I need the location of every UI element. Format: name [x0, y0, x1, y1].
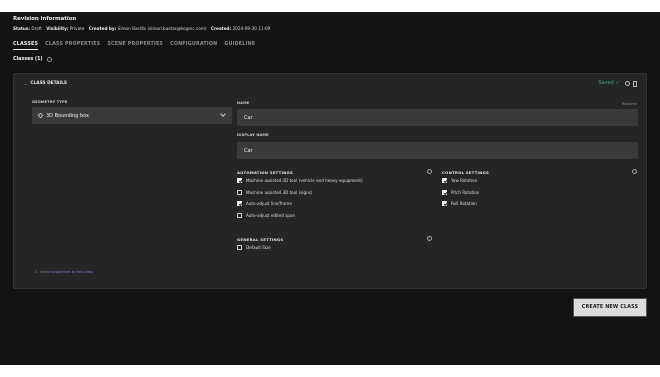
create-new-class-button[interactable]: CREATE NEW CLASS [573, 298, 647, 317]
checkbox[interactable] [237, 201, 242, 206]
select-properties-link[interactable]: ↕ Select properties to this class [34, 270, 93, 274]
option-label: Default Size [246, 245, 271, 250]
tab-scene-properties[interactable]: SCENE PROPERTIES [107, 42, 163, 50]
checkbox[interactable] [442, 190, 447, 195]
checkbox[interactable] [237, 245, 242, 250]
general-option-default-size[interactable]: Default Size [237, 245, 271, 250]
class-details-title: CLASS DETAILS [30, 81, 67, 86]
control-settings-title: CONTROL SETTINGS [442, 170, 489, 175]
created-by-value: Simon Bastås (simon.bastas@kognic.com) [117, 26, 207, 31]
automation-settings-title: AUTOMATION SETTINGS [237, 170, 293, 175]
display-name-label: DISPLAY NAME [237, 133, 269, 137]
geometry-type-select[interactable]: 3D Bounding box [32, 107, 232, 124]
created-value: 2024-09-30 11:09 [232, 26, 271, 31]
option-label: Auto-adjust edited span [246, 213, 296, 218]
checkbox[interactable] [237, 178, 242, 183]
chevron-down-icon [220, 111, 226, 117]
revision-meta: Status: Draft Visibility: Private Create… [13, 26, 273, 31]
created-label: Created: [210, 26, 232, 31]
select-properties-text: Select properties to this class [40, 270, 94, 274]
automation-option-3[interactable]: Auto-adjust line/frame [237, 201, 292, 206]
required-text: Required [621, 102, 637, 106]
panel-actions [624, 81, 637, 87]
app-window: Revision information Status: Draft Visib… [0, 12, 660, 365]
info-icon[interactable] [427, 169, 432, 174]
class-details-toggle[interactable]: ⌄ CLASS DETAILS [24, 81, 67, 86]
name-label: NAME [237, 101, 250, 105]
option-label: Auto-adjust line/frame [246, 201, 292, 206]
status-label: Status: [13, 26, 30, 31]
option-label: Pitch Rotation [451, 190, 480, 195]
tab-class-properties[interactable]: CLASS PROPERTIES [45, 42, 100, 50]
name-field[interactable]: Car [237, 109, 638, 126]
created-by-label: Created by: [88, 26, 117, 31]
cube-icon [37, 112, 44, 119]
option-label: Machine assisted 3D tool (vehicle and he… [246, 178, 363, 183]
checkbox[interactable] [442, 178, 447, 183]
option-label: Roll Rotation [451, 201, 477, 206]
revision-info-title: Revision information [13, 16, 77, 22]
info-icon[interactable] [632, 169, 637, 174]
tab-configuration[interactable]: CONFIGURATION [170, 42, 217, 50]
option-label: Machine assisted 3D tool (signs) [246, 190, 313, 195]
checkbox[interactable] [442, 201, 447, 206]
classes-heading: Classes (1) [13, 57, 52, 62]
visibility-label: Visibility: [46, 26, 69, 31]
tab-guideline[interactable]: GUIDELINE [224, 42, 255, 50]
class-details-panel: ⌄ CLASS DETAILS Saved ✓ GEOMETRY TYPE 3D… [13, 73, 647, 289]
classes-heading-text: Classes (1) [13, 57, 43, 62]
display-name-field[interactable]: Car [237, 142, 638, 159]
trash-icon[interactable] [632, 81, 637, 87]
general-settings-title: GENERAL SETTINGS [237, 237, 284, 242]
checkbox[interactable] [237, 213, 242, 218]
info-icon[interactable] [427, 236, 432, 241]
control-option-yaw[interactable]: Yaw Rotation [442, 178, 477, 183]
info-icon[interactable] [624, 81, 630, 86]
automation-option-4[interactable]: Auto-adjust edited span [237, 213, 295, 218]
geometry-type-label: GEOMETRY TYPE [32, 100, 68, 104]
saved-text: Saved [598, 80, 614, 86]
geometry-type-value: 3D Bounding box [46, 112, 89, 119]
option-label: Yaw Rotation [451, 178, 478, 183]
saved-indicator: Saved ✓ [598, 80, 620, 86]
automation-option-2[interactable]: Machine assisted 3D tool (signs) [237, 190, 312, 195]
automation-option-1[interactable]: Machine assisted 3D tool (vehicle and he… [237, 178, 363, 183]
tab-classes[interactable]: CLASSES [13, 42, 39, 50]
checkbox[interactable] [237, 190, 242, 195]
status-value: Draft [31, 26, 42, 31]
chevron-down-icon: ⌄ [24, 81, 28, 86]
control-option-roll[interactable]: Roll Rotation [442, 201, 477, 206]
check-icon: ✓ [615, 80, 620, 86]
visibility-value: Private [69, 26, 85, 31]
control-option-pitch[interactable]: Pitch Rotation [442, 190, 479, 195]
link-icon: ↕ [34, 270, 38, 274]
tab-bar: CLASSES CLASS PROPERTIES SCENE PROPERTIE… [13, 42, 255, 50]
info-icon[interactable] [46, 57, 52, 62]
